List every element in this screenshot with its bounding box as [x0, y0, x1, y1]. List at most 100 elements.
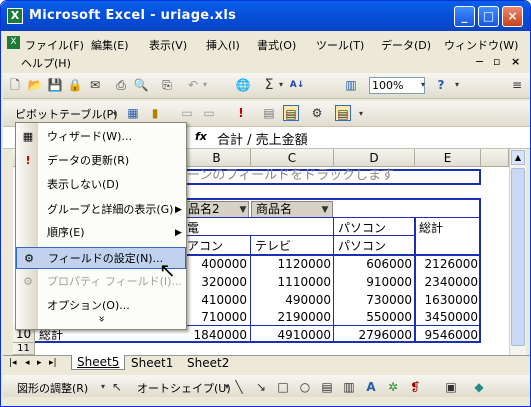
menu-item-group-detail[interactable]: グループと詳細の表示(G) ▶ [16, 199, 186, 221]
menu-item-order[interactable]: 順序(E) ▶ [16, 222, 186, 244]
vertical-scrollbar[interactable]: ▲ [509, 149, 526, 355]
refresh-data-icon[interactable]: ! [233, 105, 249, 121]
sheet-tab-sheet2[interactable]: Sheet2 [187, 356, 229, 370]
hyperlink-icon[interactable]: 🌐 [235, 77, 251, 93]
cell-d5[interactable]: 606000 [334, 255, 414, 273]
minimize-button[interactable]: _ [454, 6, 475, 27]
menu-item-refresh[interactable]: ! データの更新(R) [16, 150, 186, 172]
autosum-dropdown-icon[interactable]: ▾ [273, 77, 289, 93]
menu-item-hide[interactable]: 表示しない(D) [16, 174, 186, 196]
total-column-label[interactable]: 総計 [417, 219, 445, 237]
menu-window[interactable]: ウィンドウ(W) [444, 37, 518, 53]
row-header-11[interactable]: 11 [13, 343, 35, 355]
field-settings-icon[interactable]: ⚙ [309, 105, 325, 121]
picture-icon[interactable]: ▣ [443, 379, 459, 395]
column-header-e[interactable]: E [415, 149, 481, 167]
prev-sheet-icon[interactable]: ◂ [25, 358, 30, 368]
workbook-icon[interactable]: X [7, 36, 20, 49]
diagram-icon[interactable]: ✲ [385, 379, 401, 395]
menu-help[interactable]: ヘルプ(H) [21, 55, 71, 71]
formula-content[interactable]: 合計 / 売上金額 [217, 129, 308, 148]
scroll-up-icon[interactable]: ▲ [511, 150, 525, 165]
help-icon[interactable]: ? [433, 77, 449, 93]
email-icon[interactable]: ✉ [87, 77, 103, 93]
hide-field-list-icon[interactable]: ▤ [335, 105, 351, 121]
menu-insert[interactable]: 挿入(I) [206, 37, 240, 53]
cell-e10[interactable]: 9546000 [416, 326, 480, 344]
menu-view[interactable]: 表示(V) [149, 37, 187, 53]
help-dropdown-icon[interactable]: ▾ [449, 77, 465, 93]
column-header-c[interactable]: C [251, 149, 334, 167]
first-sheet-icon[interactable]: |◂ [9, 358, 17, 368]
doc-close-icon[interactable]: × [511, 55, 520, 68]
clipart-icon[interactable]: ❡ [407, 379, 423, 395]
include-hidden-icon[interactable]: ▤ [261, 105, 277, 121]
toolbar-overflow-icon[interactable]: ▾ [353, 106, 369, 122]
cell-d10[interactable]: 2796000 [334, 326, 414, 344]
textbox-icon[interactable]: ▤ [319, 379, 335, 395]
draw-adjust-menu[interactable]: 図形の調整(R) [17, 380, 88, 396]
autoshapes-menu[interactable]: オートシェイプ(U) [137, 380, 231, 396]
cell-d6[interactable]: 910000 [334, 273, 414, 291]
field-button-2-dropdown-icon[interactable]: ▼ [317, 202, 333, 218]
oval-icon[interactable]: ○ [297, 379, 313, 395]
sheet-tab-sheet5[interactable]: Sheet5 [71, 355, 126, 370]
zoom-dropdown-icon[interactable]: ▾ [415, 77, 431, 93]
cell-d8[interactable]: 550000 [334, 308, 414, 326]
column-header-f[interactable] [481, 149, 509, 167]
copy-icon[interactable]: ⎘ [159, 77, 175, 93]
cell-e5[interactable]: 2126000 [416, 255, 480, 273]
cell-c8[interactable]: 2190000 [251, 308, 333, 326]
cell-e6[interactable]: 2340000 [416, 273, 480, 291]
doc-minimize-icon[interactable]: − [475, 55, 484, 68]
chart-wizard-icon[interactable]: ▥ [343, 77, 359, 93]
permission-icon[interactable]: 🔒 [67, 77, 83, 93]
menu-edit[interactable]: 編集(E) [91, 37, 129, 53]
arrow-icon[interactable]: ↘ [253, 379, 269, 395]
cell-b10[interactable]: 1840000 [183, 326, 249, 344]
menu-data[interactable]: データ(D) [381, 37, 431, 53]
sort-ascending-icon[interactable]: A↓ [289, 77, 305, 93]
open-icon[interactable]: 📂 [27, 77, 43, 93]
sheet-tab-sheet1[interactable]: Sheet1 [131, 356, 173, 370]
menu-file[interactable]: ファイル(F) [25, 37, 84, 53]
3d-style-icon[interactable]: ◆ [471, 379, 487, 395]
cell-b6[interactable]: 320000 [183, 273, 249, 291]
last-sheet-icon[interactable]: ▸| [49, 358, 57, 368]
always-display-icon[interactable]: ▤ [283, 105, 299, 121]
hide-detail-icon[interactable]: ▭ [179, 105, 195, 121]
rectangle-icon[interactable]: □ [275, 379, 291, 395]
cell-d7[interactable]: 730000 [334, 291, 414, 309]
maximize-button[interactable]: □ [478, 6, 499, 27]
insert-function-icon[interactable]: fx [195, 130, 207, 143]
wordart-icon[interactable]: A [363, 379, 379, 395]
save-icon[interactable]: 💾 [47, 77, 63, 93]
cell-e8[interactable]: 3450000 [416, 308, 480, 326]
pivottable-dropdown-icon[interactable]: ▾ [107, 106, 123, 122]
cell-c6[interactable]: 1110000 [251, 273, 333, 291]
item-label-2[interactable]: テレビ [253, 237, 293, 255]
cell-c7[interactable]: 490000 [251, 291, 333, 309]
cell-b8[interactable]: 710000 [183, 308, 249, 326]
menu-expand[interactable]: » [16, 311, 186, 327]
format-report-icon[interactable]: ▦ [125, 105, 141, 121]
cell-e7[interactable]: 1630000 [416, 291, 480, 309]
field-button-1-dropdown-icon[interactable]: ▼ [235, 202, 251, 218]
excel-app-icon[interactable]: X [7, 8, 23, 24]
next-sheet-icon[interactable]: ▸ [37, 358, 42, 368]
print-icon[interactable]: ⎙ [113, 77, 129, 93]
doc-restore-icon[interactable]: ▫ [493, 55, 500, 68]
pivot-chart-icon[interactable]: ▮ [147, 105, 163, 121]
select-objects-icon[interactable]: ↖ [109, 379, 125, 395]
pivottable-menu-button[interactable]: ピボットテーブル(P) [15, 106, 118, 122]
menu-item-wizard[interactable]: ▦ ウィザード(W)... [16, 126, 186, 148]
title-bar[interactable]: X Microsoft Excel - uriage.xls _ □ × [1, 1, 530, 31]
menu-format[interactable]: 書式(O) [257, 37, 296, 53]
item-label-3[interactable]: パソコン [336, 237, 388, 255]
column-header-b[interactable]: B [183, 149, 251, 167]
show-detail-icon[interactable]: ▭ [201, 105, 217, 121]
cell-b5[interactable]: 400000 [183, 255, 249, 273]
menu-tools[interactable]: ツール(T) [316, 37, 364, 53]
print-preview-icon[interactable]: 🔍 [133, 77, 149, 93]
new-icon[interactable]: 🗋 [7, 77, 23, 93]
